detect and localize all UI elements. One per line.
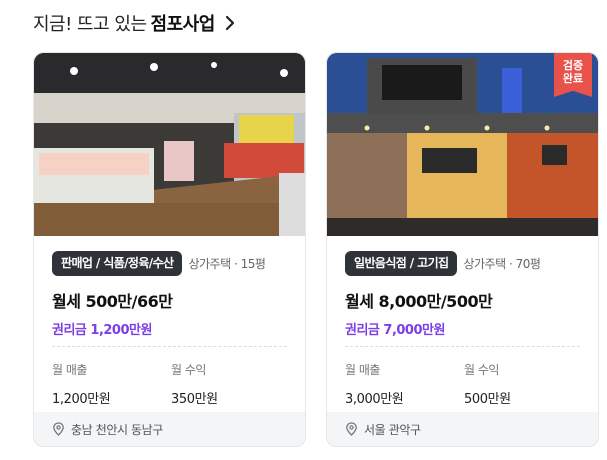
- profit-value: 500만원: [464, 392, 511, 407]
- profit-label: 월 수익: [171, 363, 206, 377]
- listing-info: 일반음식점 / 고기집 상가주택 · 70평 월세 8,000만/500만 권리…: [345, 250, 584, 338]
- listing-card[interactable]: 판매업 / 식품/정육/수산 상가주택 · 15평 월세 500만/66만 권리…: [33, 52, 306, 447]
- location-bar: 충남 천안시 동남구: [34, 412, 305, 446]
- building-meta: 상가주택 · 70평: [463, 256, 541, 271]
- section-header[interactable]: 지금! 뜨고 있는 점포사업: [33, 10, 239, 36]
- profit-value: 350만원: [171, 392, 218, 407]
- divider: [52, 346, 287, 347]
- sales-value: 1,200만원: [52, 392, 111, 407]
- chevron-right-icon: [225, 15, 234, 31]
- listing-photo: 검증 완료: [327, 53, 598, 236]
- rent-price: 월세 8,000만/500만: [345, 292, 493, 311]
- verified-line1: 검증: [562, 59, 584, 72]
- map-pin-icon: [346, 422, 357, 436]
- listing-card[interactable]: 검증 완료 일반음식점 / 고기집 상가주택 · 70평 월세 8,000만/5…: [326, 52, 599, 447]
- category-tag: 판매업 / 식품/정육/수산: [52, 250, 183, 276]
- listing-photo: [34, 53, 305, 236]
- sales-label: 월 매출: [345, 363, 380, 377]
- section-title-strong: 점포사업: [150, 14, 216, 35]
- building-meta: 상가주택 · 15평: [188, 256, 266, 271]
- listing-info: 판매업 / 식품/정육/수산 상가주택 · 15평 월세 500만/66만 권리…: [52, 250, 291, 338]
- premium-price: 권리금 7,000만원: [345, 323, 445, 338]
- rent-price: 월세 500만/66만: [52, 292, 173, 311]
- category-tag: 일반음식점 / 고기집: [345, 250, 458, 276]
- profit-label: 월 수익: [464, 363, 499, 377]
- verified-line2: 완료: [562, 72, 584, 85]
- location-bar: 서울 관악구: [327, 412, 598, 446]
- location-text: 충남 천안시 동남구: [71, 422, 163, 437]
- location-text: 서울 관악구: [364, 422, 421, 437]
- sales-label: 월 매출: [52, 363, 87, 377]
- verified-badge: 검증 완료: [554, 53, 592, 97]
- sales-value: 3,000만원: [345, 392, 404, 407]
- premium-price: 권리금 1,200만원: [52, 323, 152, 338]
- stats: 월 매출 1,200만원 월 수익 350만원: [52, 361, 290, 407]
- stats: 월 매출 3,000만원 월 수익 500만원: [345, 361, 583, 407]
- section-title-prefix: 지금! 뜨고 있는: [33, 14, 147, 35]
- divider: [345, 346, 580, 347]
- map-pin-icon: [53, 422, 64, 436]
